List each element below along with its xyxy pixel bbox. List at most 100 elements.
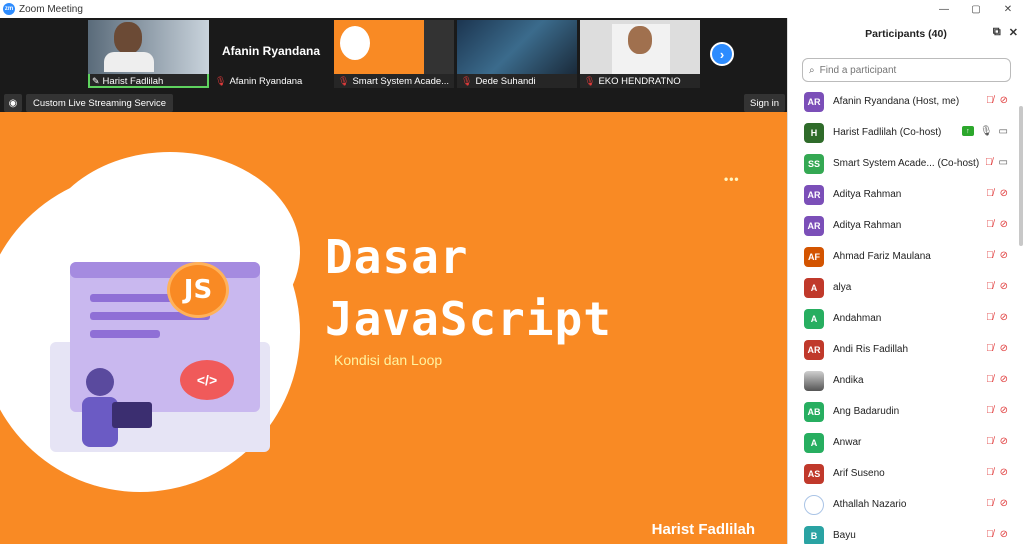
live-streaming-button[interactable]: Custom Live Streaming Service (26, 94, 174, 112)
panel-title: Participants (40) (865, 28, 947, 40)
person-head (114, 22, 142, 54)
participant-status-icons: 🎙̸ ⊘ (986, 250, 1008, 261)
video-thumb-name: 🎙 Dede Suhandi (457, 74, 577, 88)
sign-in-button[interactable]: Sign in (744, 94, 786, 112)
search-input[interactable] (819, 64, 990, 76)
slide-subtitle: Kondisi dan Loop (334, 352, 443, 368)
participant-status-icons: 🎙̸ ⊘ (986, 95, 1008, 106)
participant-status-icons: 🎙̸ ⊘ (986, 467, 1008, 478)
avatar: AR (804, 91, 824, 112)
camera-off-icon: ⊘ (999, 188, 1008, 199)
avatar (804, 370, 824, 391)
avatar: A (804, 432, 824, 453)
participant-row[interactable]: A Anwar 🎙̸ ⊘ (788, 427, 1020, 458)
avatar: AS (804, 463, 824, 484)
participant-name: Andi Ris Fadillah (833, 344, 909, 355)
participant-status-icons: 🎙̸ ⊘ (986, 281, 1008, 292)
participant-search[interactable]: ⌕ (802, 58, 1011, 82)
screen-share-icon: ↑ (961, 126, 974, 136)
participant-row[interactable]: AB Ang Badarudin 🎙̸ ⊘ (788, 396, 1020, 427)
browser-bar (70, 262, 260, 278)
participant-row[interactable]: SS Smart System Acade... (Co-host) 🎙̸ ▭ (788, 148, 1020, 179)
camera-off-icon: ⊘ (999, 405, 1008, 416)
avatar: AR (804, 339, 824, 360)
participant-row[interactable]: AR Aditya Rahman 🎙̸ ⊘ (788, 179, 1020, 210)
more-options-icon[interactable]: ••• (724, 172, 740, 186)
participant-row[interactable]: Aalya 🎙̸ ⊘ (788, 272, 1020, 303)
minimize-button[interactable]: — (928, 0, 960, 18)
panel-header: Participants (40) ⧉ ✕ (788, 18, 1024, 50)
participant-row[interactable]: H Harist Fadlilah (Co-host) ↑ 🎙 ▭ (788, 117, 1020, 148)
muted-mic-icon: 🎙̸ (986, 498, 994, 509)
code-line (90, 294, 180, 302)
muted-mic-icon: 🎙̸ (986, 405, 994, 416)
camera-icon: ▭ (998, 157, 1008, 168)
search-icon: ⌕ (809, 64, 815, 76)
code-line (90, 330, 160, 338)
muted-mic-icon: 🎙̸ (986, 343, 994, 354)
muted-mic-icon: 🎙̸ (985, 157, 993, 168)
camera-off-icon: ⊘ (999, 343, 1008, 354)
participant-name: Aditya Rahman (833, 220, 902, 231)
zoom-logo-icon: zm (3, 3, 15, 15)
participant-status-icons: 🎙̸ ⊘ (986, 529, 1008, 540)
camera-off-icon: ⊘ (999, 467, 1008, 478)
camera-icon: ▭ (998, 126, 1008, 137)
participant-name: Afanin Ryandana (Host, me) (833, 96, 960, 107)
participant-row[interactable]: A Andahman 🎙̸ ⊘ (788, 303, 1020, 334)
participant-row[interactable]: AF Ahmad Fariz Maulana 🎙̸ ⊘ (788, 241, 1020, 272)
participant-status-icons: 🎙̸ ⊘ (986, 219, 1008, 230)
next-page-button[interactable]: › (710, 42, 734, 66)
pin-icon: ✎ (92, 75, 100, 86)
restore-button[interactable]: ▢ (960, 0, 992, 18)
muted-mic-icon: 🎙̸ (986, 281, 994, 292)
muted-mic-icon: 🎙̸ (986, 467, 994, 478)
slide-title-line1: Dasar (325, 230, 469, 284)
participant-name: Athallah Nazario (833, 499, 907, 510)
muted-mic-icon: 🎙 (338, 75, 350, 86)
mini-cam (424, 20, 454, 74)
code-badge: </> (180, 360, 234, 400)
close-icon[interactable]: ✕ (1009, 26, 1018, 39)
avatar: A (804, 308, 824, 329)
participant-row[interactable]: Andika 🎙̸ ⊘ (788, 365, 1020, 396)
scrollbar[interactable] (1019, 106, 1023, 246)
muted-mic-icon: 🎙̸ (986, 250, 994, 261)
participant-status-icons: 🎙̸ ▭ (985, 157, 1008, 168)
participant-row[interactable]: B Bayu 🎙̸ ⊘ (788, 520, 1020, 544)
participant-name: alya (833, 282, 852, 293)
avatar: AR (804, 184, 824, 205)
avatar: SS (804, 153, 824, 174)
participant-list: AR Afanin Ryandana (Host, me) 🎙̸ ⊘ H Harist F… (788, 86, 1020, 544)
video-thumb-harist[interactable]: ✎ Harist Fadlilah (88, 20, 209, 88)
muted-mic-icon: 🎙̸ (986, 95, 994, 106)
close-button[interactable]: ✕ (992, 0, 1024, 18)
participant-name: Harist Fadlilah (Co-host) (833, 127, 942, 138)
thumb-label: Dede Suhandi (475, 75, 536, 87)
participant-row[interactable]: Athallah Nazario 🎙̸ ⊘ (788, 489, 1020, 520)
window-controls: — ▢ ✕ (928, 0, 1024, 18)
participant-row[interactable]: AR Andi Ris Fadillah 🎙̸ ⊘ (788, 334, 1020, 365)
thumb-label: EKO HENDRATNO (598, 75, 681, 87)
participant-row[interactable]: AR Afanin Ryandana (Host, me) 🎙̸ ⊘ (788, 86, 1020, 117)
rss-icon[interactable]: ◉ (4, 94, 22, 112)
video-thumb-name: 🎙 Smart System Acade... (334, 74, 454, 88)
participant-row[interactable]: AR Aditya Rahman 🎙̸ ⊘ (788, 210, 1020, 241)
video-thumb-smart-system[interactable]: 🎙 Smart System Acade... (334, 20, 454, 88)
muted-mic-icon: 🎙̸ (986, 312, 994, 323)
pop-out-icon[interactable]: ⧉ (993, 26, 1001, 39)
mic-icon: 🎙 (979, 126, 993, 137)
video-thumb-dede[interactable]: 🎙 Dede Suhandi (457, 20, 577, 88)
developer-laptop (112, 402, 152, 428)
avatar: H (804, 122, 824, 143)
participant-row[interactable]: AS Arif Suseno 🎙̸ ⊘ (788, 458, 1020, 489)
participant-name: Arif Suseno (833, 468, 885, 479)
participant-status-icons: 🎙̸ ⊘ (986, 374, 1008, 385)
muted-mic-icon: 🎙̸ (986, 529, 994, 540)
video-feed (580, 20, 700, 74)
participants-panel: Participants (40) ⧉ ✕ ⌕ AR Afanin Ryandan… (787, 18, 1024, 544)
video-feed (334, 20, 454, 74)
video-thumb-eko[interactable]: 🎙 EKO HENDRATNO (580, 20, 700, 88)
muted-mic-icon: 🎙̸ (986, 374, 994, 385)
video-thumb-afanin[interactable]: Afanin Ryandana 🎙 Afanin Ryandana (211, 20, 331, 88)
